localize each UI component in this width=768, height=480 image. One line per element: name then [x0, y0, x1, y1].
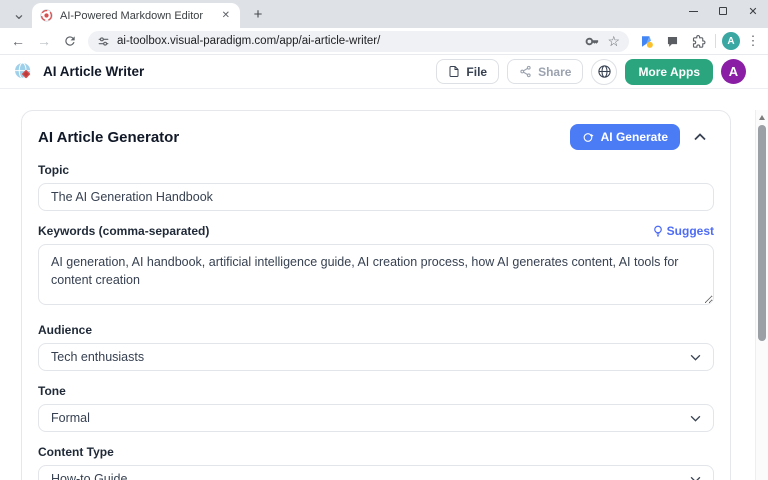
globe-icon	[597, 64, 612, 79]
card-title: AI Article Generator	[38, 129, 570, 146]
page-scrollbar[interactable]	[755, 110, 768, 480]
refresh-icon[interactable]	[58, 29, 82, 53]
visual-paradigm-logo	[13, 61, 35, 83]
audience-value: Tech enthusiasts	[51, 350, 690, 364]
scrollbar-thumb[interactable]	[758, 125, 766, 341]
notes-extension-icon[interactable]	[661, 30, 683, 52]
keywords-label: Keywords (comma-separated)	[38, 224, 653, 238]
maximize-icon	[719, 7, 727, 15]
extensions-area: A ⋮	[635, 30, 762, 52]
audience-select[interactable]: Tech enthusiasts	[38, 343, 714, 371]
share-icon	[519, 65, 532, 78]
ai-generate-label: AI Generate	[601, 130, 668, 144]
password-key-icon[interactable]	[585, 34, 600, 49]
chevron-down-icon	[690, 415, 701, 422]
ai-sparkle-icon	[582, 131, 595, 144]
page-content: AI Article Writer File Share More Apps A…	[0, 55, 768, 480]
audience-field-group: Audience Tech enthusiasts	[38, 323, 714, 371]
keywords-textarea[interactable]: AI generation, AI handbook, artificial i…	[38, 244, 714, 305]
maximize-button[interactable]	[708, 0, 738, 22]
language-globe-button[interactable]	[591, 59, 617, 85]
browser-toolbar: ← → ai-toolbox.visual-paradigm.com/app/a…	[0, 28, 768, 55]
suggest-label: Suggest	[667, 224, 714, 238]
browser-tab-strip: ⌄ AI-Powered Markdown Editor ✕ + ✕	[0, 0, 768, 28]
account-avatar[interactable]: A	[721, 59, 746, 84]
minimize-icon	[689, 11, 698, 12]
ai-article-generator-card: AI Article Generator AI Generate Topic K…	[21, 110, 731, 480]
minimize-button[interactable]	[678, 0, 708, 22]
close-window-button[interactable]: ✕	[738, 0, 768, 22]
new-tab-button[interactable]: +	[246, 2, 270, 26]
toolbar-separator	[715, 34, 716, 48]
content-type-select[interactable]: How-to Guide	[38, 465, 714, 480]
app-title: AI Article Writer	[43, 64, 428, 79]
window-controls: ✕	[678, 0, 768, 22]
file-button-label: File	[466, 65, 487, 79]
url-text[interactable]: ai-toolbox.visual-paradigm.com/app/ai-ar…	[117, 35, 578, 47]
tab-close-icon[interactable]: ✕	[220, 10, 232, 21]
scrollbar-up-icon[interactable]	[756, 111, 768, 123]
site-favicon	[40, 9, 53, 22]
file-icon	[448, 65, 460, 78]
content-type-field-group: Content Type How-to Guide	[38, 445, 714, 480]
chevron-up-icon	[694, 133, 706, 141]
topic-input[interactable]	[38, 183, 714, 211]
browser-tab[interactable]: AI-Powered Markdown Editor ✕	[32, 3, 240, 28]
more-apps-button[interactable]: More Apps	[625, 59, 713, 85]
share-button[interactable]: Share	[507, 59, 583, 84]
back-icon[interactable]: ←	[6, 29, 30, 53]
content-type-value: How-to Guide	[51, 472, 690, 480]
app-header: AI Article Writer File Share More Apps A	[0, 55, 768, 89]
address-bar[interactable]: ai-toolbox.visual-paradigm.com/app/ai-ar…	[88, 31, 629, 52]
audience-label: Audience	[38, 323, 714, 337]
tone-label: Tone	[38, 384, 714, 398]
topic-field-group: Topic	[38, 163, 714, 211]
lightbulb-icon	[653, 225, 663, 238]
forward-icon[interactable]: →	[32, 29, 56, 53]
collapse-panel-button[interactable]	[686, 124, 714, 150]
content-type-label: Content Type	[38, 445, 714, 459]
extensions-puzzle-icon[interactable]	[687, 30, 709, 52]
tone-field-group: Tone Formal	[38, 384, 714, 432]
share-button-label: Share	[538, 65, 571, 79]
browser-profile-avatar[interactable]: A	[722, 32, 740, 50]
topic-label: Topic	[38, 163, 714, 177]
chevron-down-icon	[690, 476, 701, 480]
tab-title: AI-Powered Markdown Editor	[60, 10, 213, 22]
keywords-field-group: Keywords (comma-separated) Suggest AI ge…	[38, 224, 714, 310]
tab-search-chevron-icon[interactable]: ⌄	[6, 3, 32, 25]
ai-generate-button[interactable]: AI Generate	[570, 124, 680, 150]
chevron-down-icon	[690, 354, 701, 361]
file-button[interactable]: File	[436, 59, 499, 84]
suggest-link[interactable]: Suggest	[653, 224, 714, 238]
browser-menu-icon[interactable]: ⋮	[744, 33, 762, 49]
drive-extension-icon[interactable]	[635, 30, 657, 52]
site-settings-icon[interactable]	[97, 35, 110, 48]
tone-select[interactable]: Formal	[38, 404, 714, 432]
tone-value: Formal	[51, 411, 690, 425]
bookmark-star-icon[interactable]: ☆	[607, 33, 620, 50]
